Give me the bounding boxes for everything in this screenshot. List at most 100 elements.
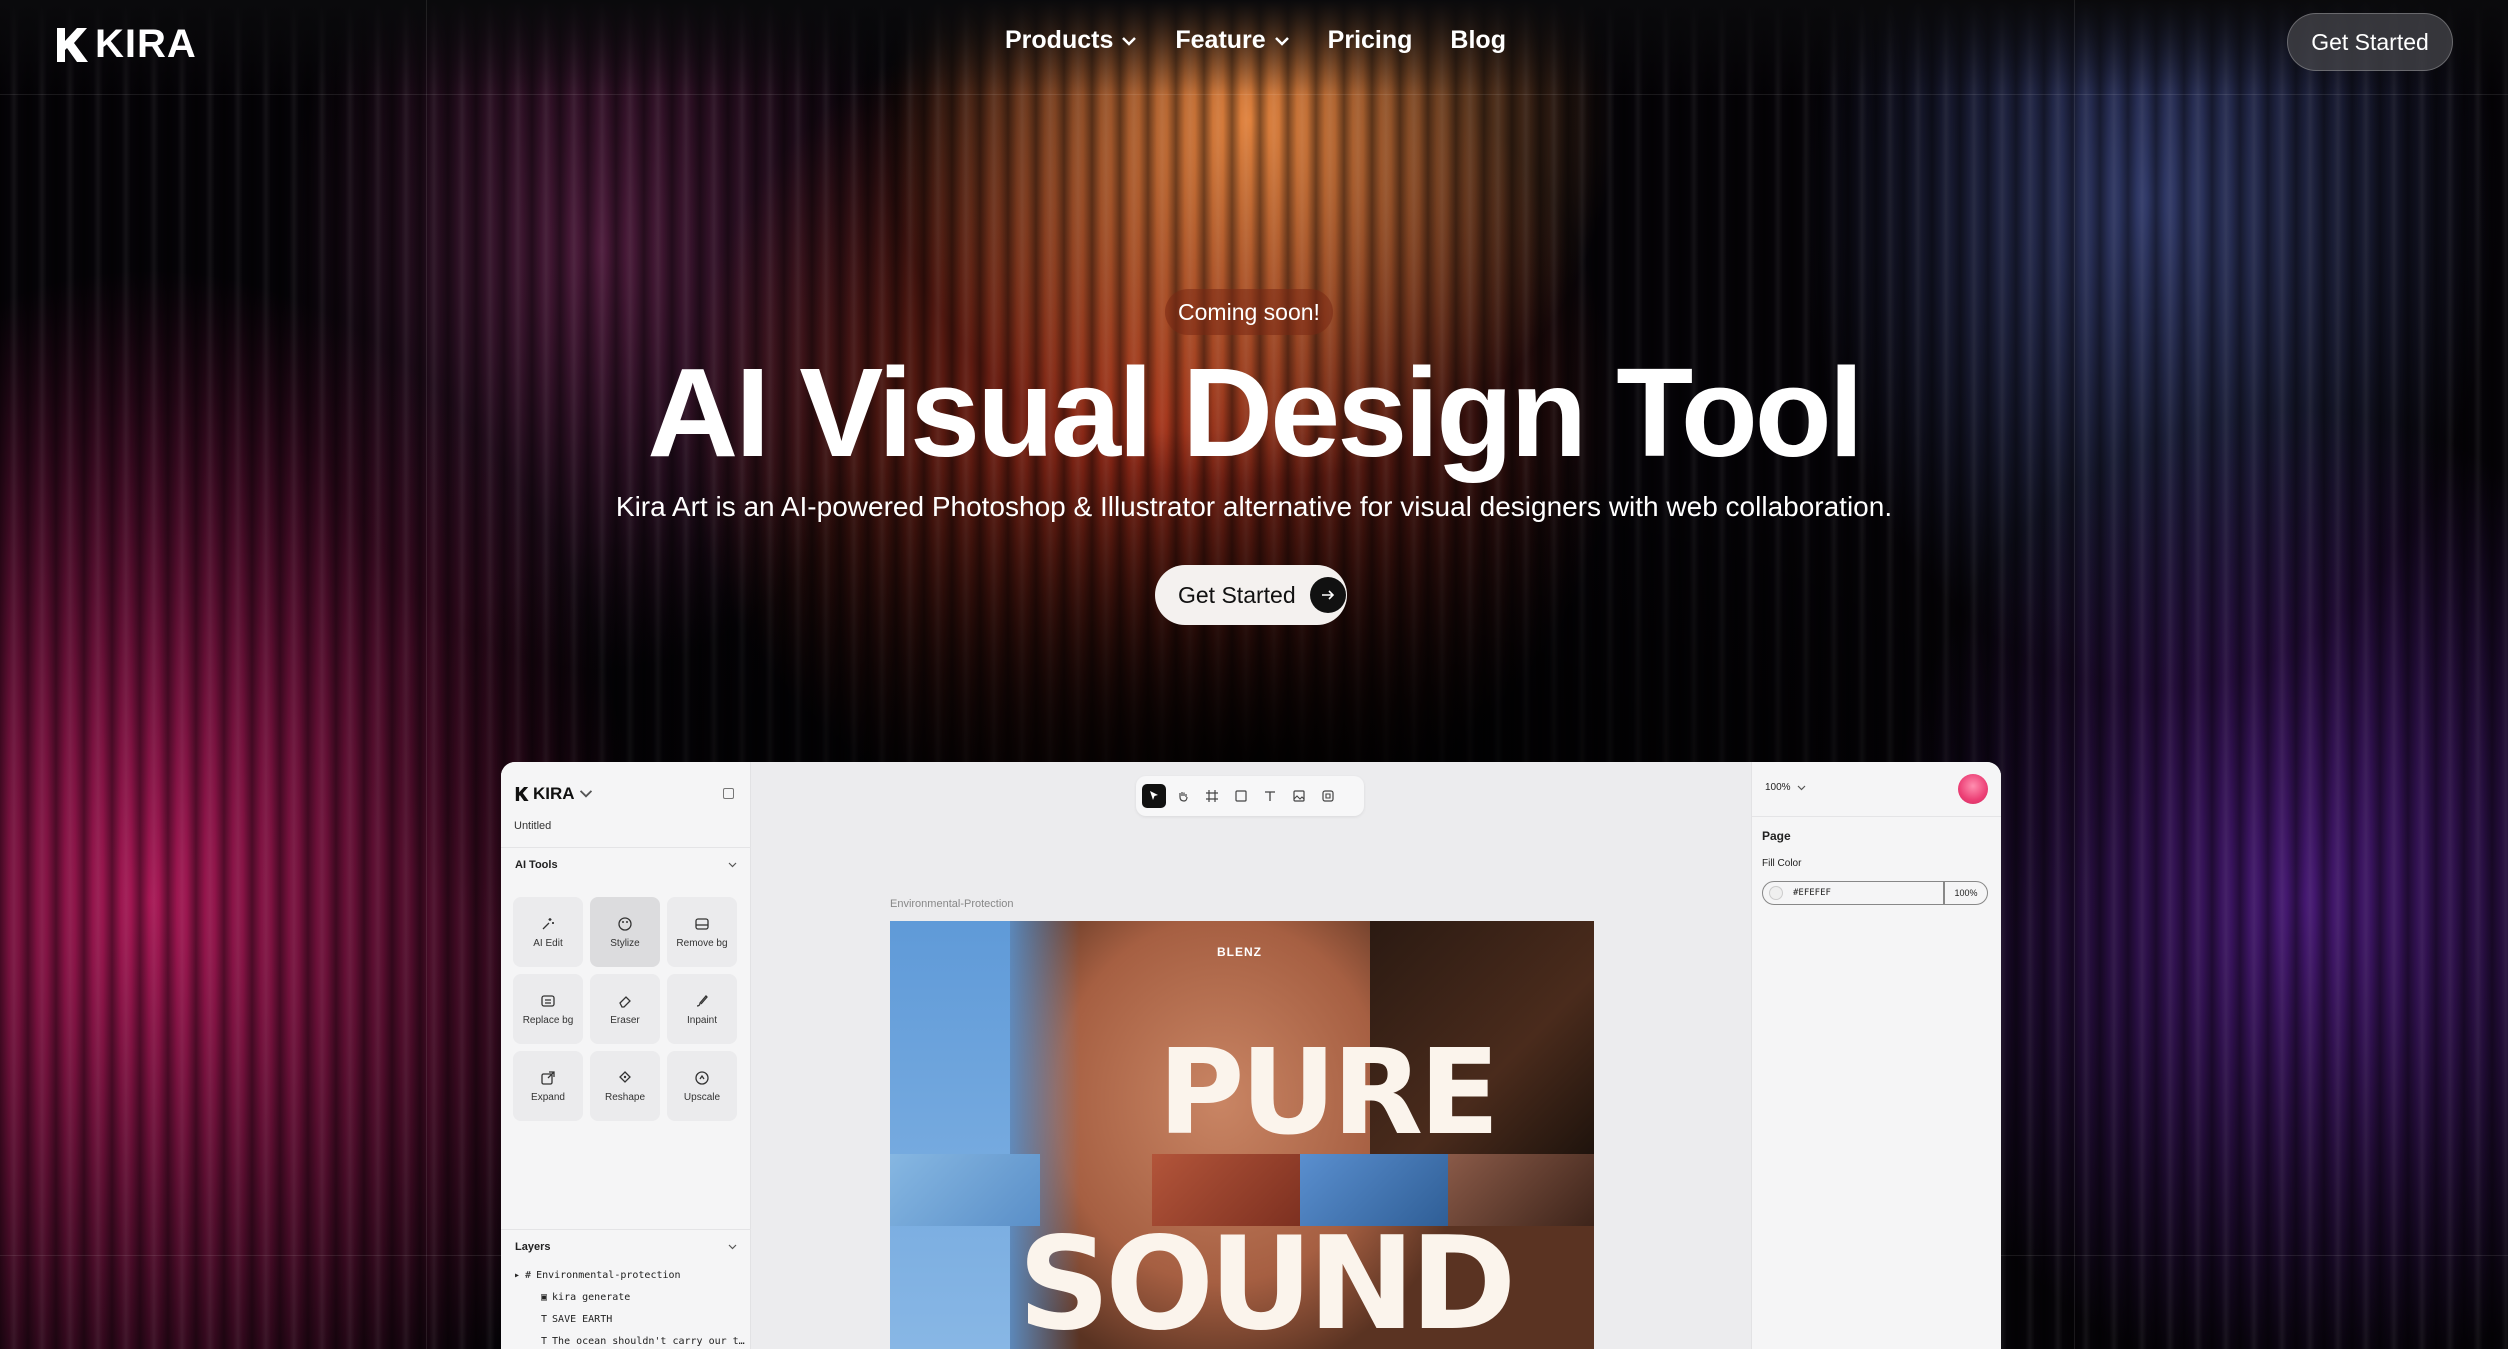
layers-header[interactable]: Layers [501, 1229, 751, 1263]
coming-soon-badge: Coming soon! [1165, 289, 1333, 335]
remove-bg-icon [695, 917, 709, 930]
canvas-area[interactable]: Environmental-Protection BLENZ PURE SOUN… [751, 762, 1751, 1349]
app-logo-text: KIRA [533, 784, 575, 803]
hero-title: AI Visual Design Tool [647, 342, 1864, 483]
canvas-toolbar [1136, 776, 1364, 816]
avatar[interactable] [1958, 774, 1988, 804]
tool-label: Replace bg [522, 1014, 574, 1026]
layer-label: kira generate [552, 1292, 631, 1303]
zoom-value: 100% [1765, 782, 1791, 793]
artwork-headline-1: PURE [1158, 1023, 1500, 1161]
layers-label: Layers [515, 1240, 551, 1253]
text-icon[interactable] [1258, 784, 1282, 808]
tool-eraser[interactable]: Eraser [590, 974, 660, 1044]
nav-blog-label: Blog [1450, 26, 1506, 54]
hand-icon[interactable] [1171, 784, 1195, 808]
text-icon: T [541, 1336, 548, 1347]
ai-tools-header[interactable]: AI Tools [501, 847, 751, 881]
tool-upscale[interactable]: Upscale [667, 1051, 737, 1121]
nav-pricing-label: Pricing [1327, 26, 1413, 54]
tool-reshape[interactable]: Reshape [590, 1051, 660, 1121]
nav-pricing[interactable]: Pricing [1328, 26, 1413, 55]
hero-get-started-button[interactable]: Get Started [1155, 565, 1347, 625]
kira-logo-icon [515, 787, 529, 801]
layer-item[interactable]: ▸ # Environmental-protection [514, 1270, 681, 1281]
tool-remove-bg[interactable]: Remove bg [667, 897, 737, 967]
app-preview-window: KIRA Untitled AI Tools AI Edit Stylize R… [501, 762, 2001, 1349]
text-icon: T [541, 1314, 548, 1325]
ai-tools-label: AI Tools [515, 858, 558, 871]
layer-label: The ocean shouldn't carry our t… [552, 1336, 745, 1347]
nav-feature-label: Feature [1175, 26, 1266, 54]
layer-item[interactable]: ▣ kira generate [541, 1292, 630, 1303]
layer-item[interactable]: T The ocean shouldn't carry our t… [541, 1336, 745, 1347]
image-icon[interactable] [1287, 784, 1311, 808]
pointer-icon[interactable] [1142, 784, 1166, 808]
tool-label: Remove bg [676, 937, 728, 949]
color-swatch[interactable] [1769, 886, 1783, 900]
artwork-frame[interactable]: BLENZ PURE SOUND [890, 921, 1594, 1349]
chevron-down-icon [728, 1244, 737, 1249]
artwork-headline-2: SOUND [1018, 1210, 1516, 1349]
tool-label: Upscale [683, 1091, 721, 1103]
fill-opacity-input[interactable]: 100% [1944, 881, 1988, 905]
nav-products[interactable]: Products [1005, 26, 1137, 55]
expand-icon [541, 1070, 555, 1085]
palette-icon [618, 916, 632, 931]
kira-logo-icon [57, 27, 88, 62]
fill-color-value: #EFEFEF [1793, 888, 1831, 898]
image-icon: ▣ [541, 1292, 548, 1303]
chevron-down-icon [579, 790, 592, 798]
document-name[interactable]: Untitled [514, 820, 551, 832]
tool-label: Inpaint [686, 1014, 718, 1026]
kira-logo[interactable]: KIRA [55, 22, 197, 67]
layer-item[interactable]: T SAVE EARTH [541, 1314, 612, 1325]
chevron-down-icon [728, 862, 737, 867]
tool-stylize[interactable]: Stylize [590, 897, 660, 967]
arrow-right-icon [1309, 577, 1346, 613]
hero-subtitle: Kira Art is an AI-powered Photoshop & Il… [615, 491, 1893, 522]
artwork-brand: BLENZ [1217, 945, 1262, 959]
frame-icon: # [525, 1270, 532, 1281]
tool-label: Reshape [604, 1091, 646, 1103]
tool-expand[interactable]: Expand [513, 1051, 583, 1121]
tool-label: AI Edit [533, 937, 563, 949]
tool-replace-bg[interactable]: Replace bg [513, 974, 583, 1044]
chevron-down-icon [1122, 36, 1137, 46]
brush-icon [696, 994, 708, 1007]
top-navbar: KIRA Products Feature Pricing Blog Get S… [0, 0, 2508, 84]
sparkle-icon [542, 917, 554, 929]
reshape-icon [619, 1070, 631, 1083]
tool-label: Eraser [610, 1014, 640, 1026]
chevron-down-icon [1797, 785, 1806, 790]
replace-bg-icon [541, 994, 555, 1007]
brand-name: KIRA [95, 22, 197, 66]
eraser-icon [619, 995, 631, 1008]
rectangle-icon[interactable] [1229, 784, 1253, 808]
toggle-panel-icon[interactable] [723, 788, 734, 799]
caret-icon: ▸ [514, 1270, 521, 1281]
tool-inpaint[interactable]: Inpaint [667, 974, 737, 1044]
nav-get-started-button[interactable]: Get Started [2287, 13, 2453, 71]
ai-tools-grid: AI Edit Stylize Remove bg Replace bg Era… [513, 897, 739, 1121]
upscale-icon [695, 1070, 709, 1085]
tool-label: Stylize [610, 937, 640, 949]
page-section-title: Page [1752, 816, 2001, 843]
nav-feature[interactable]: Feature [1175, 26, 1289, 55]
app-logo[interactable]: KIRA [515, 784, 593, 804]
frame-icon[interactable] [1200, 784, 1224, 808]
tool-ai-edit[interactable]: AI Edit [513, 897, 583, 967]
zoom-control[interactable]: 100% [1765, 782, 1806, 793]
layer-label: Environmental-protection [536, 1270, 681, 1281]
chevron-down-icon [1274, 36, 1289, 46]
frame-label[interactable]: Environmental-Protection [890, 898, 1014, 910]
component-icon[interactable] [1316, 784, 1340, 808]
left-panel: KIRA Untitled AI Tools AI Edit Stylize R… [501, 762, 751, 1349]
nav-products-label: Products [1005, 26, 1114, 54]
inspector-panel: 100% Page Fill Color #EFEFEF 100% [1751, 762, 2001, 1349]
tool-label: Expand [531, 1091, 565, 1103]
fill-color-input[interactable]: #EFEFEF [1762, 881, 1944, 905]
nav-blog[interactable]: Blog [1450, 26, 1506, 55]
layer-label: SAVE EARTH [552, 1314, 613, 1325]
hero-cta-label: Get Started [1178, 581, 1296, 608]
